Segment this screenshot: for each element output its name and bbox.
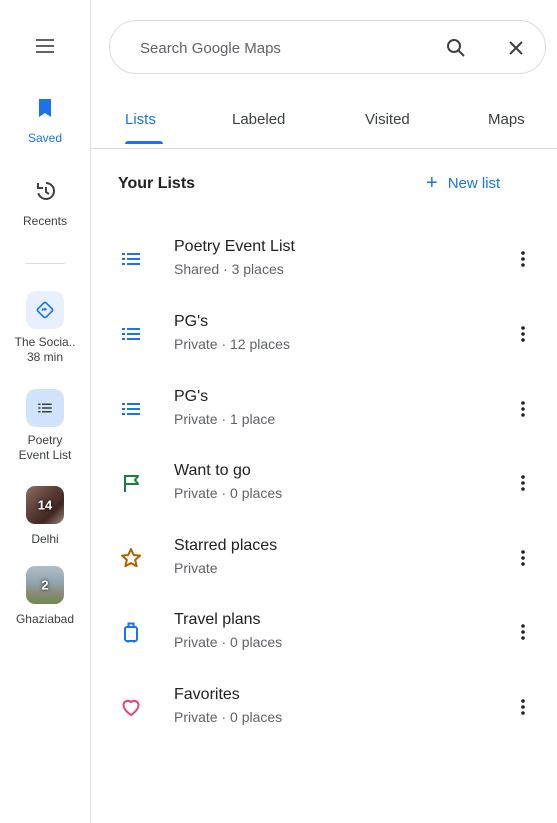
directions-icon bbox=[36, 301, 54, 319]
list-name: Want to go bbox=[174, 462, 251, 479]
ghaziabad-label: Ghaziabad bbox=[15, 612, 75, 626]
search-input[interactable] bbox=[138, 35, 412, 61]
list-meta: Private · 0 places bbox=[174, 709, 283, 725]
list-meta: Private · 12 places bbox=[174, 336, 290, 352]
delhi-photo: 14 bbox=[26, 486, 64, 524]
list-name: PG's bbox=[174, 313, 209, 330]
tab-indicator bbox=[125, 141, 163, 144]
ghaziabad-count: 2 bbox=[41, 577, 49, 593]
more-vert-icon[interactable] bbox=[511, 471, 535, 495]
saved-button[interactable]: Saved bbox=[0, 96, 90, 146]
more-vert-icon[interactable] bbox=[511, 397, 535, 421]
tab-bar: Lists Labeled Visited Maps bbox=[91, 96, 557, 149]
bookmark-icon bbox=[39, 99, 51, 117]
suitcase-icon bbox=[124, 622, 138, 643]
list-item[interactable]: Poetry Event List Shared · 3 places bbox=[91, 234, 557, 296]
list-meta: Private · 1 place bbox=[174, 411, 276, 427]
list-name: Starred places bbox=[174, 537, 278, 554]
list-name: PG's bbox=[174, 388, 209, 405]
delhi-label: Delhi bbox=[31, 532, 59, 546]
list-icon bbox=[122, 253, 140, 265]
poetry-label-line2: Event List bbox=[18, 448, 72, 462]
tab-lists[interactable]: Lists bbox=[125, 111, 156, 128]
search-icon[interactable] bbox=[444, 36, 468, 60]
list-item[interactable]: PG's Private · 12 places bbox=[91, 309, 557, 371]
delhi-shortcut[interactable]: 14 Delhi bbox=[0, 486, 90, 547]
list-name: Poetry Event List bbox=[174, 238, 295, 255]
search-bar bbox=[109, 20, 546, 74]
section-title: Your Lists bbox=[118, 175, 196, 192]
rail-divider bbox=[25, 263, 65, 264]
ghaziabad-shortcut[interactable]: 2 Ghaziabad bbox=[0, 566, 90, 627]
list-meta: Shared · 3 places bbox=[174, 261, 284, 277]
more-vert-icon[interactable] bbox=[511, 546, 535, 570]
poetry-list-shortcut[interactable]: Poetry Event List bbox=[0, 389, 90, 463]
list-icon bbox=[122, 328, 140, 340]
recent-place-button[interactable]: The Socia.. 38 min bbox=[0, 291, 90, 365]
ghaziabad-photo: 2 bbox=[26, 566, 64, 604]
poetry-list-tile bbox=[26, 389, 64, 427]
new-list-label: New list bbox=[447, 174, 501, 192]
list-meta: Private · 0 places bbox=[174, 485, 283, 501]
list-item[interactable]: Travel plans Private · 0 places bbox=[91, 607, 557, 669]
close-icon[interactable] bbox=[504, 36, 528, 60]
list-item[interactable]: PG's Private · 1 place bbox=[91, 384, 557, 446]
list-item[interactable]: Favorites Private · 0 places bbox=[91, 682, 557, 744]
recents-label: Recents bbox=[22, 214, 68, 228]
star-icon bbox=[121, 548, 141, 568]
more-vert-icon[interactable] bbox=[511, 620, 535, 644]
menu-button[interactable] bbox=[33, 34, 57, 58]
tab-visited[interactable]: Visited bbox=[365, 111, 410, 128]
saved-label: Saved bbox=[27, 131, 63, 145]
flag-icon bbox=[124, 475, 139, 492]
list-icon bbox=[38, 403, 52, 413]
list-name: Travel plans bbox=[174, 611, 261, 628]
list-meta: Private · 0 places bbox=[174, 634, 283, 650]
tab-labeled[interactable]: Labeled bbox=[232, 111, 285, 128]
recent-place-name: The Socia.. bbox=[14, 335, 76, 349]
history-icon bbox=[37, 182, 55, 200]
plus-icon: + bbox=[426, 172, 438, 194]
recent-place-time: 38 min bbox=[26, 350, 64, 364]
side-rail: Saved Recents The Socia.. 38 min Poetry … bbox=[0, 0, 91, 823]
recents-button[interactable]: Recents bbox=[0, 179, 90, 229]
list-item[interactable]: Want to go Private · 0 places bbox=[91, 458, 557, 520]
list-item[interactable]: Starred places Private bbox=[91, 533, 557, 595]
tab-maps[interactable]: Maps bbox=[488, 111, 525, 128]
more-vert-icon[interactable] bbox=[511, 247, 535, 271]
list-meta: Private bbox=[174, 560, 218, 576]
hamburger-icon bbox=[36, 39, 54, 53]
more-vert-icon[interactable] bbox=[511, 695, 535, 719]
list-icon bbox=[122, 403, 140, 415]
more-vert-icon[interactable] bbox=[511, 322, 535, 346]
heart-icon bbox=[122, 699, 140, 716]
poetry-label-line1: Poetry bbox=[27, 433, 63, 447]
delhi-count: 14 bbox=[37, 497, 53, 513]
list-name: Favorites bbox=[174, 686, 240, 703]
recent-place-tile bbox=[26, 291, 64, 329]
new-list-button[interactable]: + New list bbox=[426, 172, 501, 194]
